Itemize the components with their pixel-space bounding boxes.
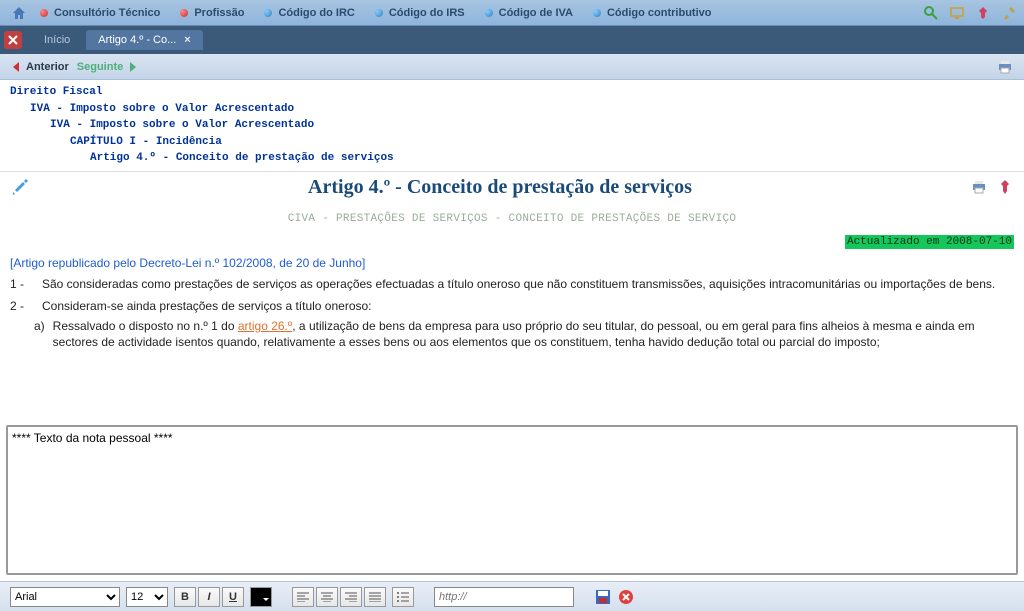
subpara-text: Ressalvado o disposto no n.º 1 do artigo… xyxy=(53,318,1014,350)
menu-codigo-irc[interactable]: Código do IRC xyxy=(256,5,362,21)
size-select[interactable]: 12 xyxy=(126,587,168,607)
align-justify-button[interactable] xyxy=(364,587,386,607)
close-tab-icon[interactable]: × xyxy=(184,34,190,46)
paragraph-1: 1 - São consideradas como prestações de … xyxy=(10,276,1014,292)
content-area: Direito Fiscal IVA - Imposto sobre o Val… xyxy=(0,80,1024,581)
paragraph-2: 2 - Consideram-se ainda prestações de se… xyxy=(10,298,1014,314)
prev-button[interactable]: Anterior xyxy=(10,61,69,73)
tab-inicio[interactable]: Início xyxy=(32,30,82,50)
align-left-button[interactable] xyxy=(292,587,314,607)
article-pane: Artigo 4.º - Conceito de prestação de se… xyxy=(0,171,1024,420)
next-button[interactable]: Seguinte xyxy=(77,61,139,73)
menu-codigo-iva[interactable]: Código de IVA xyxy=(477,5,581,21)
align-center-button[interactable] xyxy=(316,587,338,607)
prev-label: Anterior xyxy=(26,61,69,73)
tab-label: Início xyxy=(44,34,70,46)
breadcrumb-l1[interactable]: Direito Fiscal xyxy=(10,84,1014,101)
editor-toolbar: Arial 12 B I U xyxy=(0,581,1024,611)
print-article-icon[interactable] xyxy=(970,178,988,196)
cancel-icon[interactable] xyxy=(618,589,634,605)
subparagraph-a: a) Ressalvado o disposto no n.º 1 do art… xyxy=(10,318,1014,350)
bold-button[interactable]: B xyxy=(174,587,196,607)
article-header: Artigo 4.º - Conceito de prestação de se… xyxy=(10,176,1014,199)
dot-icon xyxy=(180,9,188,17)
menu-codigo-contributivo[interactable]: Código contributivo xyxy=(585,5,719,21)
italic-button[interactable]: I xyxy=(198,587,220,607)
note-textarea[interactable] xyxy=(12,431,1012,569)
dot-icon xyxy=(375,9,383,17)
breadcrumb-l3[interactable]: IVA - Imposto sobre o Valor Acrescentado xyxy=(10,117,1014,134)
color-picker[interactable] xyxy=(250,587,272,607)
breadcrumb-l2[interactable]: IVA - Imposto sobre o Valor Acrescentado xyxy=(10,101,1014,118)
personal-note-area xyxy=(6,425,1018,575)
menu-codigo-irs[interactable]: Código do IRS xyxy=(367,5,473,21)
url-input[interactable] xyxy=(434,587,574,607)
menu-label: Código do IRC xyxy=(278,7,354,19)
para-number: 2 - xyxy=(10,298,34,314)
breadcrumb-l5[interactable]: Artigo 4.º - Conceito de prestação de se… xyxy=(10,150,1014,167)
breadcrumb: Direito Fiscal IVA - Imposto sobre o Val… xyxy=(0,80,1024,171)
updated-badge: Actualizado em 2008-07-10 xyxy=(10,235,1014,248)
article-title: Artigo 4.º - Conceito de prestação de se… xyxy=(36,176,964,199)
link-artigo-26[interactable]: artigo 26.º xyxy=(238,319,292,333)
list-button[interactable] xyxy=(392,587,414,607)
menu-label: Consultório Técnico xyxy=(54,7,160,19)
breadcrumb-l4[interactable]: CAPÍTULO I - Incidência xyxy=(10,134,1014,151)
print-icon[interactable] xyxy=(996,58,1014,76)
pin-article-icon[interactable] xyxy=(996,178,1014,196)
subpara-letter: a) xyxy=(34,318,45,350)
main-toolbar: Consultório Técnico Profissão Código do … xyxy=(0,0,1024,26)
article-subtitle: CIVA - PRESTAÇÕES DE SERVIÇOS - CONCEITO… xyxy=(10,213,1014,225)
monitor-icon[interactable] xyxy=(948,4,966,22)
pin-icon[interactable] xyxy=(974,4,992,22)
search-icon[interactable] xyxy=(922,4,940,22)
para-text: Consideram-se ainda prestações de serviç… xyxy=(42,298,372,314)
para-number: 1 - xyxy=(10,276,34,292)
menu-profissao[interactable]: Profissão xyxy=(172,5,252,21)
tools-icon[interactable] xyxy=(1000,4,1018,22)
tab-label: Artigo 4.º - Co... xyxy=(98,34,176,46)
underline-button[interactable]: U xyxy=(222,587,244,607)
nav-bar: Anterior Seguinte xyxy=(0,54,1024,80)
para-text: São consideradas como prestações de serv… xyxy=(42,276,995,292)
republished-note: [Artigo republicado pelo Decreto-Lei n.º… xyxy=(10,256,1014,270)
next-label: Seguinte xyxy=(77,61,123,73)
font-select[interactable]: Arial xyxy=(10,587,120,607)
dot-icon xyxy=(485,9,493,17)
dot-icon xyxy=(40,9,48,17)
menu-label: Código contributivo xyxy=(607,7,711,19)
close-all-button[interactable] xyxy=(4,31,22,49)
save-icon[interactable] xyxy=(594,588,612,606)
dot-icon xyxy=(593,9,601,17)
edit-icon[interactable] xyxy=(10,177,30,197)
dot-icon xyxy=(264,9,272,17)
align-right-button[interactable] xyxy=(340,587,362,607)
article-scroll[interactable]: Artigo 4.º - Conceito de prestação de se… xyxy=(0,172,1024,420)
menu-label: Código do IRS xyxy=(389,7,465,19)
menu-consultorio[interactable]: Consultório Técnico xyxy=(32,5,168,21)
menu-label: Código de IVA xyxy=(499,7,573,19)
tab-artigo[interactable]: Artigo 4.º - Co... × xyxy=(86,30,202,50)
menu-label: Profissão xyxy=(194,7,244,19)
tabs-bar: Início Artigo 4.º - Co... × xyxy=(0,26,1024,54)
home-icon[interactable] xyxy=(10,4,28,22)
